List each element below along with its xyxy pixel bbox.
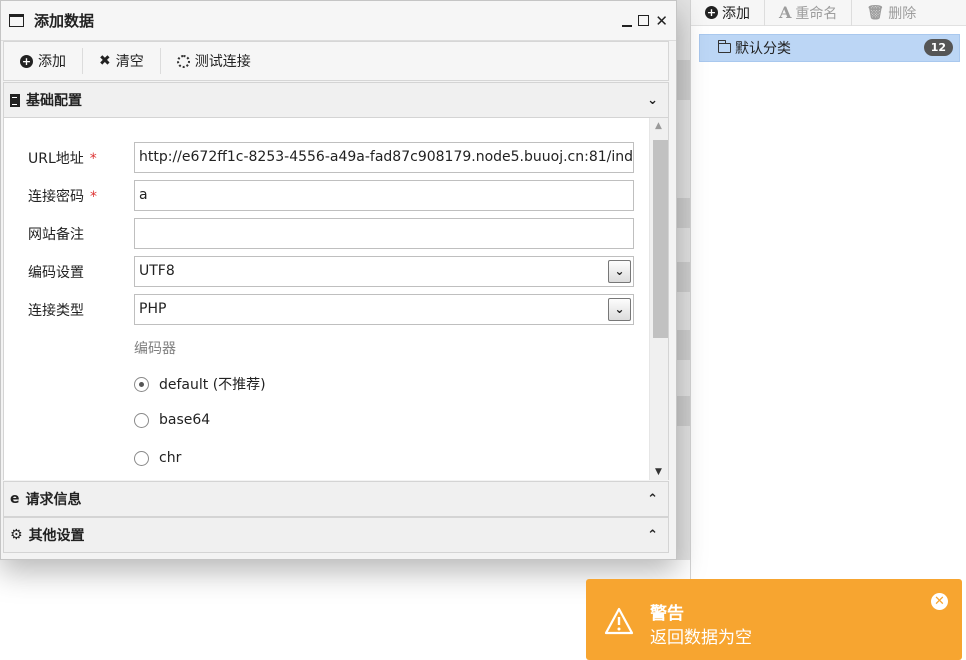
category-add-label: 添加 (722, 5, 750, 22)
vertical-scrollbar[interactable]: ▲ ▼ (649, 118, 668, 480)
note-input[interactable] (134, 218, 634, 249)
category-delete-label: 删除 (888, 5, 917, 22)
ie-icon: e (10, 491, 20, 507)
section-other-header[interactable]: ⚙ 其他设置 ⌃ (3, 517, 669, 553)
radio-icon[interactable] (134, 412, 149, 428)
test-connection-button[interactable]: 测试连接 (161, 48, 267, 74)
close-icon[interactable]: ✕ (655, 13, 668, 28)
font-a-icon: A (779, 3, 792, 22)
category-rename-button[interactable]: A 重命名 (765, 0, 853, 26)
dialog-toolbar: + 添加 ✖ 清空 测试连接 (3, 41, 669, 81)
password-label: 连接密码 * (28, 188, 97, 205)
encoder-label: 编码器 (134, 341, 176, 357)
close-icon[interactable]: ✕ (931, 593, 948, 610)
trash-icon: 🗑︎ (866, 4, 885, 21)
plus-circle-icon: + (705, 6, 718, 19)
section-request-title: 请求信息 (25, 492, 82, 508)
chevron-up-icon: ⌃ (647, 491, 658, 507)
note-label: 网站备注 (28, 226, 84, 243)
category-item-default[interactable]: 默认分类 12 (699, 34, 960, 62)
encoder-option-label: chr (159, 450, 182, 466)
chevron-up-icon: ⌃ (647, 527, 658, 543)
category-item-label: 默认分类 (735, 41, 791, 57)
folder-icon (717, 40, 731, 53)
type-select[interactable]: PHP ⌄ (134, 294, 634, 325)
section-request-header[interactable]: e 请求信息 ⌃ (3, 481, 669, 517)
category-list: 默认分类 12 (691, 26, 966, 62)
maximize-icon[interactable] (638, 15, 650, 26)
encoder-option-default[interactable]: default (不推荐) (134, 374, 266, 394)
document-icon (10, 93, 20, 107)
plus-circle-icon: + (20, 54, 33, 68)
clear-button[interactable]: ✖ 清空 (83, 48, 161, 74)
encoder-option-base64[interactable]: base64 (134, 412, 210, 428)
x-icon: ✖ (99, 53, 111, 69)
encoder-option-chr[interactable]: chr (134, 450, 181, 466)
category-count-badge: 12 (923, 39, 953, 56)
minimize-icon[interactable] (622, 15, 633, 27)
spinner-icon (176, 54, 190, 68)
basic-config-panel: URL地址 * http://e672ff1c-8253-4556-a49a-fa… (3, 118, 669, 480)
add-label: 添加 (38, 54, 66, 70)
test-connection-label: 测试连接 (194, 54, 251, 70)
scroll-down-icon[interactable]: ▼ (655, 467, 662, 477)
category-delete-button[interactable]: 🗑︎ 删除 (852, 0, 930, 26)
password-row: 连接密码 * a (28, 180, 634, 211)
scroll-up-icon[interactable]: ▲ (655, 121, 662, 131)
toast-message: 返回数据为空 (650, 628, 752, 648)
warning-icon (604, 607, 634, 635)
window-controls: ✕ (622, 13, 668, 28)
type-row: 连接类型 PHP ⌄ (28, 294, 634, 325)
type-label: 连接类型 (28, 302, 84, 319)
gears-icon: ⚙ (10, 527, 23, 543)
section-basic-header[interactable]: 基础配置 ⌄ (3, 82, 669, 118)
chevron-down-icon: ⌄ (647, 92, 658, 108)
encoding-select[interactable]: UTF8 ⌄ (134, 256, 634, 287)
url-row: URL地址 * http://e672ff1c-8253-4556-a49a-fa… (28, 142, 634, 173)
window-icon (9, 14, 24, 27)
password-input[interactable]: a (134, 180, 634, 211)
note-row: 网站备注 (28, 218, 634, 249)
chevron-down-icon[interactable]: ⌄ (608, 260, 631, 283)
category-toolbar: + 添加 A 重命名 🗑︎ 删除 (691, 0, 966, 26)
radio-checked-icon[interactable] (134, 376, 149, 392)
add-data-dialog: 添加数据 ✕ + 添加 ✖ 清空 测试连接 基础配置 ⌄ URL地址 * http… (0, 0, 677, 560)
type-value: PHP (139, 301, 167, 317)
section-basic-title: 基础配置 (26, 93, 82, 109)
radio-icon[interactable] (134, 450, 149, 466)
scrollbar-thumb[interactable] (653, 140, 668, 338)
encoding-row: 编码设置 UTF8 ⌄ (28, 256, 634, 287)
warning-toast: 警告 返回数据为空 ✕ (586, 579, 962, 660)
background-strip (676, 0, 690, 560)
url-input[interactable]: http://e672ff1c-8253-4556-a49a-fad87c908… (134, 142, 634, 173)
dialog-title: 添加数据 (34, 12, 95, 30)
url-label: URL地址 * (28, 150, 97, 167)
encoder-option-label: base64 (159, 412, 211, 428)
category-panel: + 添加 A 重命名 🗑︎ 删除 默认分类 12 (690, 0, 966, 660)
chevron-down-icon[interactable]: ⌄ (608, 298, 631, 321)
category-add-button[interactable]: + 添加 (691, 0, 765, 26)
section-other-title: 其他设置 (28, 528, 85, 544)
encoder-option-label: default (不推荐) (159, 377, 266, 393)
encoding-label: 编码设置 (28, 264, 84, 281)
add-button[interactable]: + 添加 (4, 48, 83, 74)
dialog-titlebar[interactable]: 添加数据 ✕ (1, 1, 676, 41)
toast-title: 警告 (650, 604, 684, 624)
encoding-value: UTF8 (139, 263, 175, 279)
category-rename-label: 重命名 (795, 5, 838, 22)
clear-label: 清空 (115, 54, 144, 70)
